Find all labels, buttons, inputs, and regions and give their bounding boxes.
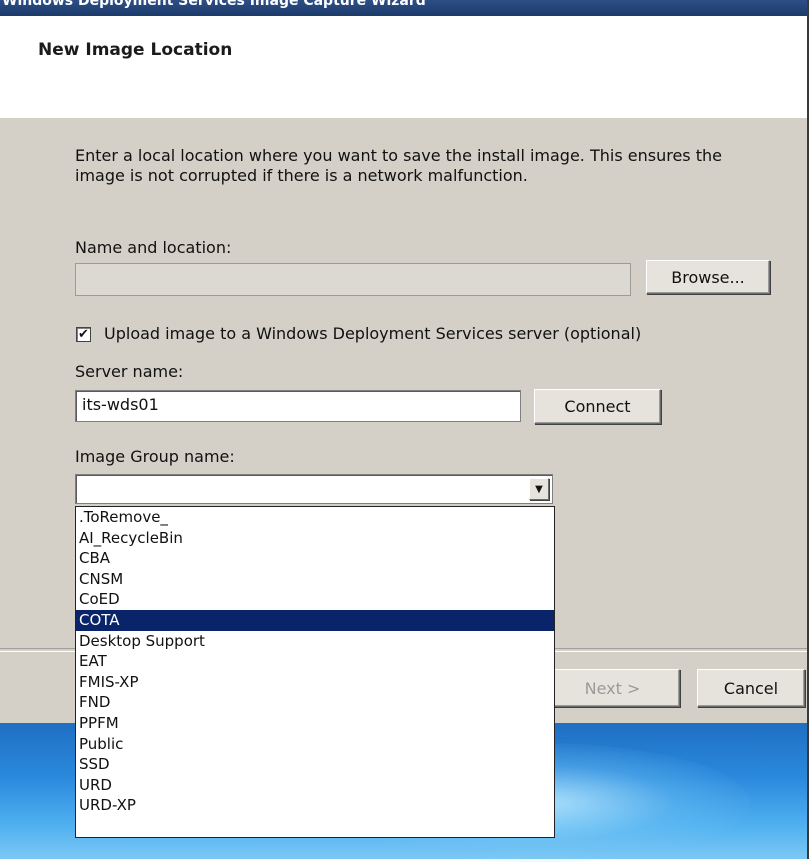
wizard-window: Windows Deployment Services Image Captur… [0, 0, 809, 863]
title-bar[interactable]: Windows Deployment Services Image Captur… [0, 0, 809, 16]
dropdown-option[interactable]: CBA [76, 548, 554, 569]
dropdown-option[interactable]: CoED [76, 589, 554, 610]
server-name-input[interactable]: its-wds01 [75, 390, 521, 422]
page-title: New Image Location [38, 40, 233, 60]
dropdown-option[interactable]: EAT [76, 651, 554, 672]
dropdown-arrow-button[interactable]: ▼ [529, 478, 549, 500]
window-title: Windows Deployment Services Image Captur… [2, 0, 426, 9]
dropdown-option[interactable]: FMIS-XP [76, 672, 554, 693]
connect-button[interactable]: Connect [534, 389, 661, 424]
instruction-text: Enter a local location where you want to… [75, 146, 722, 185]
dropdown-option-selected[interactable]: COTA [76, 609, 554, 631]
upload-checkbox[interactable]: ✔ [76, 327, 91, 342]
dropdown-option[interactable]: FND [76, 692, 554, 713]
name-location-input[interactable] [75, 263, 631, 296]
dropdown-option[interactable]: .ToRemove_ [76, 507, 554, 528]
upload-checkbox-label[interactable]: Upload image to a Windows Deployment Ser… [104, 324, 641, 343]
dropdown-option[interactable]: URD-XP [76, 795, 554, 816]
dropdown-option[interactable]: SSD [76, 754, 554, 775]
dropdown-option[interactable]: Desktop Support [76, 631, 554, 652]
image-group-dropdown-list[interactable]: .ToRemove_ AI_RecycleBin CBA CNSM CoED C… [75, 506, 555, 838]
image-group-label: Image Group name: [75, 447, 235, 466]
cancel-button[interactable]: Cancel [697, 669, 805, 707]
image-group-combobox[interactable]: ▼ [75, 474, 553, 504]
wizard-content: Enter a local location where you want to… [0, 118, 809, 863]
wizard-header: New Image Location [0, 16, 809, 119]
dropdown-option[interactable]: CNSM [76, 569, 554, 590]
dropdown-option[interactable]: PPFM [76, 713, 554, 734]
dropdown-option[interactable]: Public [76, 734, 554, 755]
chevron-down-icon: ▼ [535, 483, 543, 495]
dropdown-option[interactable]: URD [76, 775, 554, 796]
server-name-label: Server name: [75, 362, 184, 381]
name-location-label: Name and location: [75, 238, 232, 257]
browse-button[interactable]: Browse... [646, 260, 770, 294]
dropdown-option[interactable]: AI_RecycleBin [76, 528, 554, 549]
next-button[interactable]: Next > [545, 669, 680, 707]
screen: Windows Deployment Services Image Captur… [0, 0, 809, 863]
